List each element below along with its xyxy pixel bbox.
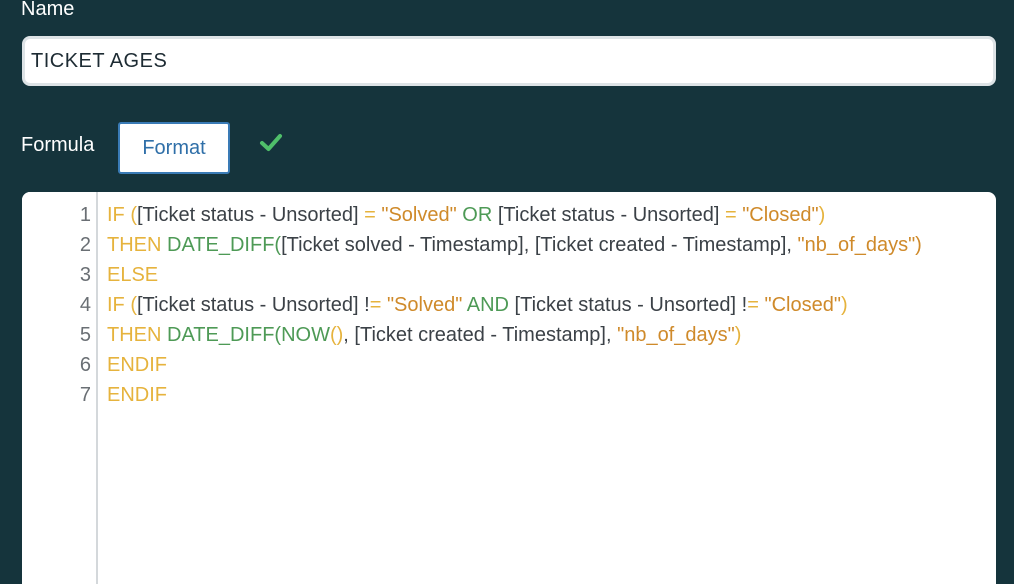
code-token: () — [329, 324, 344, 346]
format-button[interactable]: Format — [118, 122, 230, 174]
code-token: = — [747, 294, 765, 316]
code-token: = — [719, 204, 743, 226]
check-icon — [260, 134, 282, 151]
code-token: , — [523, 234, 535, 256]
code-line: THEN DATE_DIFF([Ticket solved - Timestam… — [107, 230, 996, 260]
code-token: AND — [466, 294, 509, 316]
code-token: "Solved" — [386, 294, 463, 316]
line-number: 4 — [79, 294, 91, 316]
code-token: DATE_DIFF( — [167, 234, 282, 256]
code-token: [Ticket status - Unsorted] — [497, 204, 720, 226]
code-token: THEN — [107, 234, 167, 256]
line-number: 7 — [79, 384, 91, 406]
code-token: , — [605, 324, 618, 346]
code-token: ) — [818, 204, 826, 226]
code-line: ELSE — [107, 260, 996, 290]
code-line: IF ([Ticket status - Unsorted] = "Solved… — [107, 200, 996, 230]
formula-code-editor[interactable]: 1234567 IF ([Ticket status - Unsorted] =… — [22, 192, 996, 584]
code-token: [Ticket created - Timestamp] — [354, 324, 606, 346]
code-token: [Ticket solved - Timestamp] — [281, 234, 524, 256]
code-line: ENDIF — [107, 380, 996, 410]
code-token: [Ticket status - Unsorted] — [514, 294, 737, 316]
code-token: [Ticket status - Unsorted] — [137, 204, 359, 226]
code-token: "nb_of_days" — [617, 324, 735, 346]
code-token: ) — [734, 324, 742, 346]
line-number-gutter: 1 2 3 4 5 6 7 — [22, 192, 98, 584]
code-line: THEN DATE_DIFF(NOW(), [Ticket created - … — [107, 320, 996, 350]
code-token: "nb_of_days") — [797, 234, 922, 256]
line-number: 2 — [79, 234, 91, 256]
code-token: ENDIF — [107, 384, 167, 406]
code-token: = — [358, 204, 382, 226]
code-token: ! — [358, 294, 370, 316]
line-number: 6 — [79, 354, 91, 376]
formula-editor-panel: Name Formula Format 1234567 IF ([Ticket … — [0, 0, 1014, 584]
name-input[interactable] — [22, 36, 996, 86]
line-number: 3 — [79, 264, 91, 286]
code-token: ENDIF — [107, 354, 167, 376]
code-token: ELSE — [107, 264, 159, 286]
code-token: IF ( — [107, 294, 137, 316]
code-token: , — [343, 324, 355, 346]
code-token: = — [369, 294, 387, 316]
code-token: "Closed" — [742, 204, 819, 226]
name-label: Name — [21, 0, 75, 20]
line-number: 5 — [79, 324, 91, 346]
code-token: ! — [736, 294, 748, 316]
line-number: 1 — [79, 204, 91, 226]
code-line: ENDIF — [107, 350, 996, 380]
code-token: [Ticket status - Unsorted] — [137, 294, 359, 316]
code-token: , — [786, 234, 798, 256]
code-token: OR — [462, 204, 493, 226]
code-token: DATE_DIFF(NOW — [167, 324, 330, 346]
code-line: IF ([Ticket status - Unsorted] != "Solve… — [107, 290, 996, 320]
code-token: "Closed" — [764, 294, 841, 316]
code-token: IF ( — [107, 204, 137, 226]
code-token: "Solved" — [381, 204, 457, 226]
code-token: THEN — [107, 324, 167, 346]
code-area[interactable]: IF ([Ticket status - Unsorted] = "Solved… — [107, 200, 996, 410]
code-token: ) — [840, 294, 848, 316]
code-token: [Ticket created - Timestamp] — [534, 234, 787, 256]
formula-label: Formula — [21, 134, 95, 156]
